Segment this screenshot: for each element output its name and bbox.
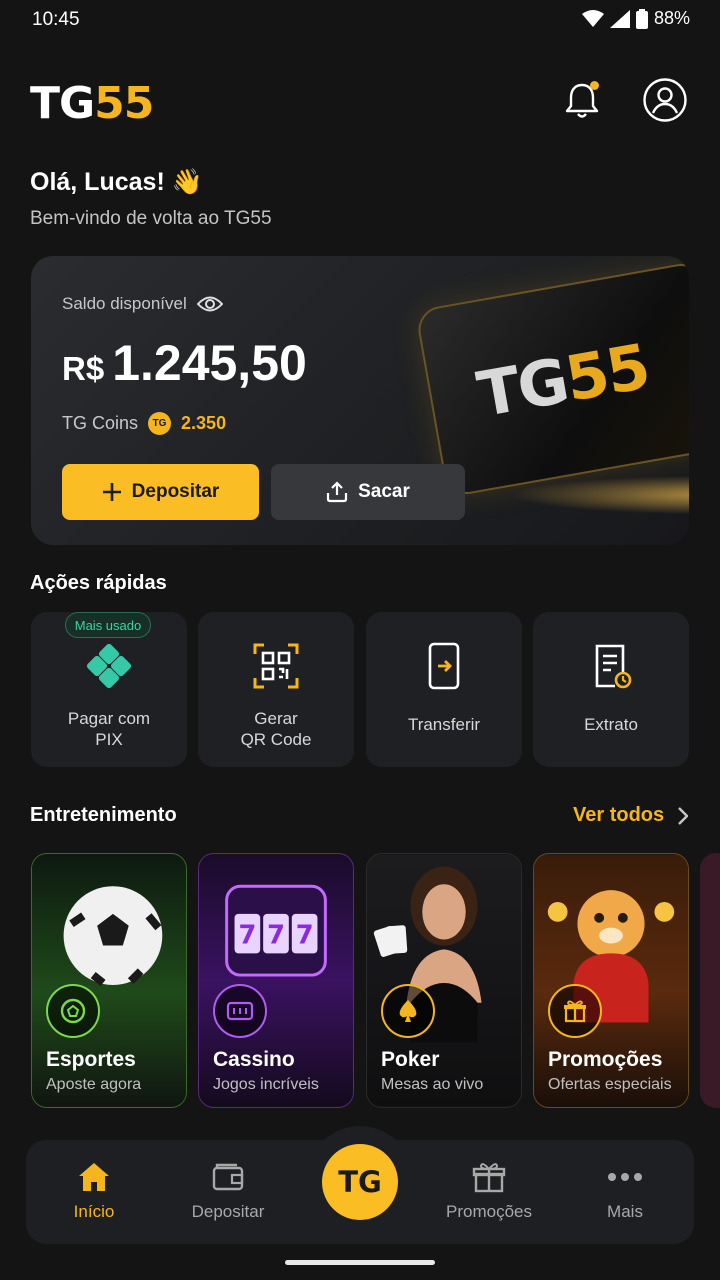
qr-code-icon [253, 643, 299, 689]
svg-text:7: 7 [267, 920, 285, 950]
quick-action-label: Extrato [584, 715, 638, 734]
entertainment-title: Entretenimento [30, 804, 177, 826]
nav-more-label: Mais [607, 1202, 643, 1221]
category-title: Cassino [213, 1048, 295, 1071]
category-title: Promoções [548, 1048, 663, 1071]
more-dots-icon [608, 1173, 642, 1181]
pix-icon [86, 643, 132, 689]
status-icons: 88% [581, 8, 690, 29]
card-logo: TG55 [472, 330, 654, 432]
gift-icon [472, 1163, 506, 1193]
welcome-text: Bem-vindo de volta ao TG55 [30, 208, 272, 229]
balance-label: Saldo disponível [62, 294, 187, 313]
quick-action-pix[interactable]: Mais usado Pagar com PIX [31, 612, 187, 767]
tg-logo-icon: TG [322, 1144, 398, 1220]
category-card-peek[interactable] [700, 853, 720, 1108]
tg-coin-icon: TG [148, 412, 172, 435]
category-card-casino[interactable]: 777 Cassino Jogos incríveis [198, 853, 354, 1108]
balance-card: TG55 Saldo disponível R$ 1.245,50 TG Coi… [31, 256, 689, 545]
status-time: 10:45 [32, 9, 80, 30]
soccer-icon [46, 984, 100, 1038]
quick-action-label-line1: Pagar com [67, 709, 151, 728]
category-subtitle: Jogos incríveis [213, 1076, 319, 1093]
nav-home[interactable]: Início [39, 1160, 149, 1222]
status-bar: 10:45 88% [0, 0, 720, 40]
svg-text:7: 7 [296, 920, 314, 950]
battery-percent: 88% [653, 8, 690, 28]
svg-text:7: 7 [238, 920, 256, 950]
card-logo-yellow: 55 [559, 329, 654, 416]
deposit-button[interactable]: Depositar [62, 464, 259, 520]
chevron-right-icon [678, 806, 689, 825]
category-title: Esportes [46, 1048, 136, 1071]
notification-dot [590, 81, 599, 90]
signal-icon [609, 9, 630, 28]
quick-action-label: Transferir [407, 715, 481, 734]
logo-text-white: TG [30, 78, 95, 129]
quick-action-transfer[interactable]: Transferir [366, 612, 522, 767]
battery-icon [635, 8, 648, 29]
coins-value: 2.350 [181, 413, 227, 433]
logo-text-yellow: 55 [94, 78, 154, 129]
upload-icon [327, 481, 348, 503]
home-indicator[interactable] [285, 1260, 435, 1265]
see-all-label: Ver todos [573, 804, 665, 826]
quick-action-label-line2: PIX [95, 730, 123, 749]
withdraw-button[interactable]: Sacar [271, 464, 465, 520]
user-icon [643, 78, 687, 122]
tg-card-art: TG55 [414, 260, 689, 498]
center-tg-button[interactable]: TG [308, 1126, 412, 1230]
category-subtitle: Aposte agora [46, 1076, 142, 1093]
notifications-button[interactable] [564, 80, 600, 120]
quick-action-label: Gerar QR Code [198, 708, 354, 750]
category-card-poker[interactable]: Poker Mesas ao vivo [366, 853, 522, 1108]
deposit-label: Depositar [131, 481, 220, 502]
nav-deposit-label: Depositar [191, 1202, 265, 1221]
balance-amount: R$ 1.245,50 [62, 334, 307, 392]
category-subtitle: Mesas ao vivo [381, 1076, 484, 1093]
category-card-sports[interactable]: Esportes Aposte agora [31, 853, 187, 1108]
app-logo: TG55 [30, 78, 154, 129]
card-logo-white: TG [472, 343, 573, 432]
nav-home-label: Início [73, 1202, 115, 1221]
home-icon [79, 1163, 109, 1191]
category-subtitle: Ofertas especiais [548, 1076, 672, 1093]
see-all-link[interactable]: Ver todos [573, 804, 689, 827]
category-title: Poker [381, 1048, 440, 1071]
quick-action-label-line1: Gerar [254, 709, 298, 728]
coins-label: TG Coins [62, 413, 139, 433]
quick-action-qr[interactable]: Gerar QR Code [198, 612, 354, 767]
balance-label-row: Saldo disponível [62, 294, 223, 314]
nav-promotions[interactable]: Promoções [434, 1160, 544, 1222]
quick-action-label: Pagar com PIX [31, 708, 187, 750]
greeting-title: Olá, Lucas! 👋 [30, 168, 203, 196]
quick-action-label-line2: QR Code [240, 730, 312, 749]
slot-icon [213, 984, 267, 1038]
nav-promotions-label: Promoções [446, 1202, 532, 1221]
nav-deposit[interactable]: Depositar [173, 1160, 283, 1222]
spade-icon [381, 984, 435, 1038]
category-card-promotions[interactable]: Promoções Ofertas especiais [533, 853, 689, 1108]
wallet-icon [212, 1163, 244, 1191]
balance-currency: R$ [62, 350, 105, 387]
gift-icon [548, 984, 602, 1038]
coins-row: TG Coins TG 2.350 [62, 412, 226, 435]
statement-icon [595, 644, 632, 689]
wifi-icon [581, 9, 604, 27]
balance-value: 1.245,50 [112, 335, 307, 391]
quick-action-statement[interactable]: Extrato [533, 612, 689, 767]
most-used-badge: Mais usado [65, 612, 151, 638]
withdraw-label: Sacar [358, 481, 410, 502]
plus-icon [102, 483, 121, 501]
transfer-icon [428, 642, 460, 690]
profile-button[interactable] [643, 78, 687, 122]
nav-more[interactable]: Mais [570, 1160, 680, 1222]
quick-actions-title: Ações rápidas [30, 572, 167, 594]
eye-icon[interactable] [196, 295, 223, 313]
